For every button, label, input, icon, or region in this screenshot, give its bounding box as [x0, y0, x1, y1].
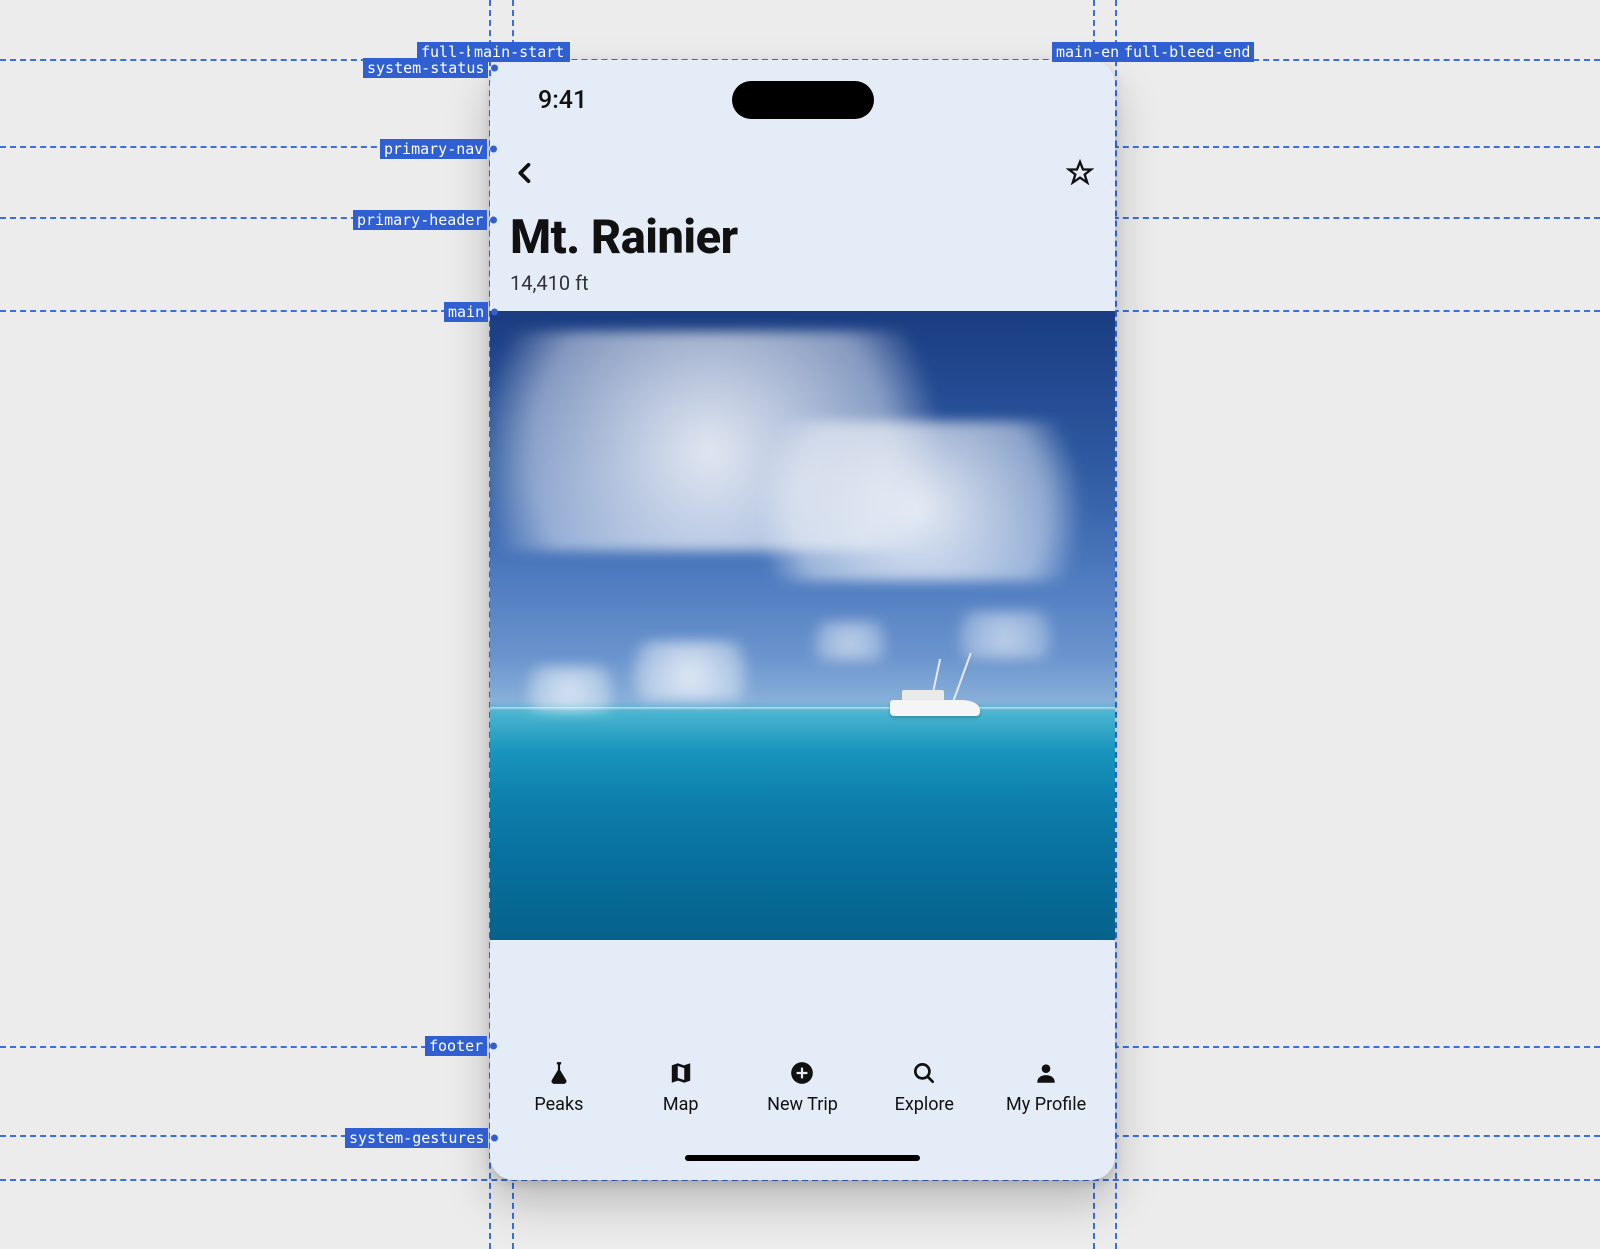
person-icon: [1033, 1060, 1059, 1090]
search-icon: [911, 1060, 937, 1090]
star-outline-icon: [1066, 159, 1094, 191]
primary-nav: [490, 140, 1115, 210]
guide-label-system-gestures: system-gestures: [345, 1128, 488, 1148]
tab-my-profile[interactable]: My Profile: [985, 1060, 1107, 1115]
chevron-left-icon: [511, 159, 539, 191]
dynamic-island: [732, 81, 874, 119]
cloud-decoration: [610, 641, 770, 701]
flask-icon: [546, 1060, 572, 1090]
hero-image: [490, 311, 1115, 940]
page-subtitle: 14,410 ft: [510, 271, 1095, 295]
tab-label: New Trip: [767, 1094, 838, 1115]
home-indicator[interactable]: [685, 1155, 920, 1161]
cloud-decoration: [710, 421, 1115, 581]
tab-peaks[interactable]: Peaks: [498, 1060, 620, 1115]
footer-tab-bar: Peaks Map New Trip Explore My Profile: [490, 1050, 1115, 1135]
favorite-button[interactable]: [1065, 160, 1095, 190]
horizon-decoration: [490, 707, 1115, 710]
primary-header: Mt. Rainier 14,410 ft: [490, 210, 1115, 311]
tab-new-trip[interactable]: New Trip: [742, 1060, 864, 1115]
page-title: Mt. Rainier: [510, 210, 1095, 265]
cloud-decoration: [800, 621, 900, 661]
device-frame: 9:41 Mt. Rainier 14,410 ft: [490, 60, 1115, 1180]
map-icon: [668, 1060, 694, 1090]
plus-circle-icon: [789, 1060, 815, 1090]
system-status-bar: 9:41: [490, 60, 1115, 140]
guide-label-footer: footer: [425, 1036, 487, 1056]
tab-label: Explore: [895, 1094, 954, 1115]
boat-decoration: [890, 682, 980, 716]
back-button[interactable]: [510, 160, 540, 190]
tab-map[interactable]: Map: [620, 1060, 742, 1115]
tab-label: Map: [663, 1094, 699, 1115]
cloud-decoration: [940, 611, 1070, 659]
tab-explore[interactable]: Explore: [863, 1060, 985, 1115]
tab-label: Peaks: [534, 1094, 583, 1115]
tab-label: My Profile: [1006, 1094, 1086, 1115]
guide-vline: [1115, 0, 1117, 1249]
cloud-decoration: [510, 666, 630, 712]
status-time: 9:41: [538, 86, 587, 115]
guide-label-primary-nav: primary-nav: [380, 139, 487, 159]
guide-label-primary-header: primary-header: [353, 210, 487, 230]
guide-label-system-status: system-status: [363, 58, 488, 78]
guide-label-full-bleed-end: full-bleed-end: [1120, 42, 1254, 62]
system-gestures: [490, 1135, 1115, 1180]
content-spacer: [490, 940, 1115, 1050]
guide-label-main: main: [444, 302, 488, 322]
